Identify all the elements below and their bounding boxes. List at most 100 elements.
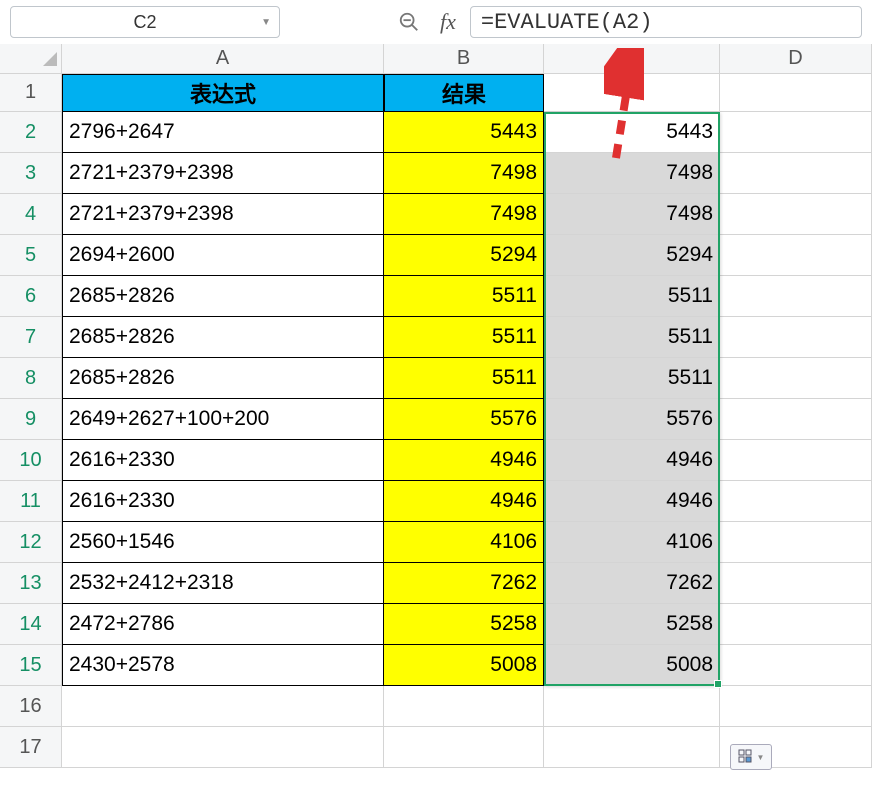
name-box[interactable]: C2 ▼ — [10, 6, 280, 38]
cell-D9[interactable] — [720, 399, 872, 440]
cell-B11[interactable]: 4946 — [384, 481, 544, 522]
cell-B6[interactable]: 5511 — [384, 276, 544, 317]
cell-B5[interactable]: 5294 — [384, 235, 544, 276]
cell-D16[interactable] — [720, 686, 872, 727]
col-header-B[interactable]: B — [384, 44, 544, 74]
cell-C17[interactable] — [544, 727, 720, 768]
cell-A7[interactable]: 2685+2826 — [62, 317, 384, 358]
cell-D10[interactable] — [720, 440, 872, 481]
cell-B13[interactable]: 7262 — [384, 563, 544, 604]
cell-D14[interactable] — [720, 604, 872, 645]
cell-B7[interactable]: 5511 — [384, 317, 544, 358]
cell-B3[interactable]: 7498 — [384, 153, 544, 194]
cell-A16[interactable] — [62, 686, 384, 727]
fx-icon[interactable]: fx — [440, 9, 456, 35]
row-header-4[interactable]: 4 — [0, 194, 62, 235]
cell-A10[interactable]: 2616+2330 — [62, 440, 384, 481]
cell-B12[interactable]: 4106 — [384, 522, 544, 563]
cell-D6[interactable] — [720, 276, 872, 317]
row-header-13[interactable]: 13 — [0, 563, 62, 604]
cell-B16[interactable] — [384, 686, 544, 727]
col-header-C[interactable]: C — [544, 44, 720, 74]
col-header-A[interactable]: A — [62, 44, 384, 74]
row-header-11[interactable]: 11 — [0, 481, 62, 522]
row-header-12[interactable]: 12 — [0, 522, 62, 563]
row-header-14[interactable]: 14 — [0, 604, 62, 645]
cell-C14[interactable]: 5258 — [544, 604, 720, 645]
select-all-corner[interactable] — [0, 44, 62, 74]
cell-D1[interactable] — [720, 74, 872, 112]
cell-D2[interactable] — [720, 112, 872, 153]
cell-B14[interactable]: 5258 — [384, 604, 544, 645]
cell-D4[interactable] — [720, 194, 872, 235]
row-header-15[interactable]: 15 — [0, 645, 62, 686]
cell-D13[interactable] — [720, 563, 872, 604]
zoom-out-icon[interactable] — [396, 9, 422, 35]
row-header-16[interactable]: 16 — [0, 686, 62, 727]
row-header-3[interactable]: 3 — [0, 153, 62, 194]
cell-D12[interactable] — [720, 522, 872, 563]
cell-C16[interactable] — [544, 686, 720, 727]
cell-A11[interactable]: 2616+2330 — [62, 481, 384, 522]
row-header-9[interactable]: 9 — [0, 399, 62, 440]
cell-A9[interactable]: 2649+2627+100+200 — [62, 399, 384, 440]
table-row: 42721+2379+239874987498 — [0, 194, 872, 235]
cell-D5[interactable] — [720, 235, 872, 276]
cell-C9[interactable]: 5576 — [544, 399, 720, 440]
cell-B1[interactable]: 结果 — [384, 74, 544, 112]
formula-input[interactable]: =EVALUATE(A2) — [470, 6, 862, 38]
row-header-10[interactable]: 10 — [0, 440, 62, 481]
row-header-5[interactable]: 5 — [0, 235, 62, 276]
cell-B17[interactable] — [384, 727, 544, 768]
cell-C7[interactable]: 5511 — [544, 317, 720, 358]
cell-C13[interactable]: 7262 — [544, 563, 720, 604]
cell-A17[interactable] — [62, 727, 384, 768]
cell-B15[interactable]: 5008 — [384, 645, 544, 686]
cell-B9[interactable]: 5576 — [384, 399, 544, 440]
cell-A3[interactable]: 2721+2379+2398 — [62, 153, 384, 194]
cell-C3[interactable]: 7498 — [544, 153, 720, 194]
cell-A2[interactable]: 2796+2647 — [62, 112, 384, 153]
spreadsheet-grid: A B C D 1 表达式 结果 22796+26475443544332721… — [0, 44, 872, 768]
paste-options-button[interactable]: ▼ — [730, 744, 772, 770]
row-header-8[interactable]: 8 — [0, 358, 62, 399]
chevron-down-icon[interactable]: ▼ — [261, 17, 271, 28]
table-row: 152430+257850085008 — [0, 645, 872, 686]
cell-C15[interactable]: 5008 — [544, 645, 720, 686]
cell-B10[interactable]: 4946 — [384, 440, 544, 481]
cell-A5[interactable]: 2694+2600 — [62, 235, 384, 276]
cell-B8[interactable]: 5511 — [384, 358, 544, 399]
cell-A4[interactable]: 2721+2379+2398 — [62, 194, 384, 235]
col-header-D[interactable]: D — [720, 44, 872, 74]
cell-D7[interactable] — [720, 317, 872, 358]
row-header-2[interactable]: 2 — [0, 112, 62, 153]
cell-A12[interactable]: 2560+1546 — [62, 522, 384, 563]
cell-C8[interactable]: 5511 — [544, 358, 720, 399]
cell-C6[interactable]: 5511 — [544, 276, 720, 317]
cell-C5[interactable]: 5294 — [544, 235, 720, 276]
row-header-6[interactable]: 6 — [0, 276, 62, 317]
cell-A8[interactable]: 2685+2826 — [62, 358, 384, 399]
cell-D3[interactable] — [720, 153, 872, 194]
cell-A14[interactable]: 2472+2786 — [62, 604, 384, 645]
cell-B2[interactable]: 5443 — [384, 112, 544, 153]
cell-B4[interactable]: 7498 — [384, 194, 544, 235]
cell-C12[interactable]: 4106 — [544, 522, 720, 563]
cell-A6[interactable]: 2685+2826 — [62, 276, 384, 317]
cell-A1[interactable]: 表达式 — [62, 74, 384, 112]
row-header-17[interactable]: 17 — [0, 727, 62, 768]
cell-C11[interactable]: 4946 — [544, 481, 720, 522]
cell-C4[interactable]: 7498 — [544, 194, 720, 235]
cell-C10[interactable]: 4946 — [544, 440, 720, 481]
cell-C2[interactable]: 5443 — [544, 112, 720, 153]
cell-A15[interactable]: 2430+2578 — [62, 645, 384, 686]
row-header-1[interactable]: 1 — [0, 74, 62, 112]
formula-bar: C2 ▼ fx =EVALUATE(A2) — [0, 0, 872, 44]
cell-A13[interactable]: 2532+2412+2318 — [62, 563, 384, 604]
row-header-7[interactable]: 7 — [0, 317, 62, 358]
cell-D11[interactable] — [720, 481, 872, 522]
cell-D15[interactable] — [720, 645, 872, 686]
table-row: 132532+2412+231872627262 — [0, 563, 872, 604]
cell-C1[interactable] — [544, 74, 720, 112]
cell-D8[interactable] — [720, 358, 872, 399]
